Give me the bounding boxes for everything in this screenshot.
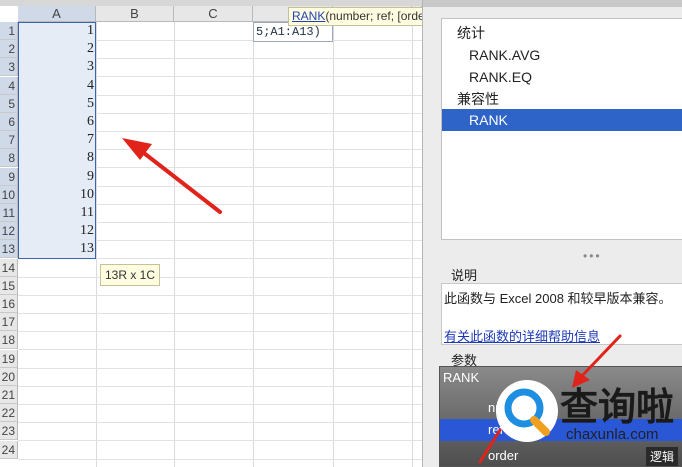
selection-size-tooltip: 13R x 1C — [100, 264, 161, 286]
row-header[interactable]: 12 — [0, 222, 18, 241]
row-header[interactable]: 23 — [0, 422, 18, 441]
gridline — [174, 22, 175, 467]
gridline — [18, 440, 422, 442]
row-header[interactable]: 18 — [0, 331, 18, 350]
gridline — [96, 22, 97, 467]
cell-value[interactable]: 7 — [18, 131, 94, 149]
row-header[interactable]: 17 — [0, 313, 18, 332]
watermark-url: chaxunla.com — [566, 426, 659, 443]
function-name-link[interactable]: RANK — [292, 9, 325, 23]
row-header[interactable]: 22 — [0, 404, 18, 423]
row-header[interactable]: 6 — [0, 113, 18, 131]
description-box: 此函数与 Excel 2008 和较早版本兼容。 有关此函数的详细帮助信息 — [441, 283, 682, 345]
gridline — [18, 331, 422, 333]
function-syntax-tooltip: RANK(number; ref; [order]) — [288, 7, 422, 26]
function-rank-eq[interactable]: RANK.EQ — [442, 66, 682, 88]
row-header[interactable]: 7 — [0, 131, 18, 150]
cell-value[interactable]: 10 — [18, 186, 94, 204]
row-header[interactable]: 1 — [0, 22, 18, 40]
gridline — [18, 422, 422, 424]
description-text: 此函数与 Excel 2008 和较早版本兼容。 — [444, 291, 672, 306]
row-header[interactable]: 19 — [0, 349, 18, 368]
cell-value[interactable]: 5 — [18, 95, 94, 113]
category-compatibility[interactable]: 兼容性 — [442, 88, 682, 110]
watermark-brand: 查询啦 — [560, 385, 675, 429]
row-header[interactable]: 13 — [0, 240, 18, 259]
cell-value[interactable]: 3 — [18, 58, 94, 76]
cell-value[interactable]: 6 — [18, 113, 94, 131]
cell-value[interactable]: 8 — [18, 149, 94, 167]
row-header[interactable]: 14 — [0, 258, 18, 277]
watermark-logo: 查询啦 chaxunla.com — [496, 378, 682, 460]
function-rank[interactable]: RANK — [442, 109, 682, 131]
cell-value[interactable]: 1 — [18, 22, 94, 40]
cell-value[interactable]: 11 — [18, 204, 94, 222]
row-header[interactable]: 16 — [0, 295, 18, 313]
gridline — [18, 404, 422, 405]
column-header-a[interactable]: A — [18, 6, 96, 22]
row-header[interactable]: 21 — [0, 386, 18, 404]
description-heading: 说明 — [451, 268, 478, 283]
row-header[interactable]: 3 — [0, 58, 18, 77]
row-header[interactable]: 11 — [0, 204, 18, 222]
cell-value[interactable]: 4 — [18, 77, 94, 95]
function-list[interactable]: 统计 RANK.AVG RANK.EQ 兼容性 RANK — [441, 18, 682, 240]
row-header[interactable]: 9 — [0, 167, 18, 186]
column-header-c[interactable]: C — [174, 6, 253, 22]
spreadsheet-area: A B C 1 2 3 4 5 6 7 8 9 10 11 12 13 14 15 16 17 18 19 20 21 2… — [0, 0, 422, 467]
gridline — [18, 313, 422, 314]
row-header[interactable]: 15 — [0, 276, 18, 295]
gridline — [18, 385, 422, 387]
cell-value[interactable]: 12 — [18, 222, 94, 240]
panel-header-strip — [423, 0, 682, 7]
row-header[interactable]: 10 — [0, 185, 18, 204]
row-header[interactable]: 20 — [0, 367, 18, 386]
splitter-handle[interactable]: ••• — [583, 249, 602, 263]
gridline — [18, 458, 422, 460]
row-header[interactable]: 5 — [0, 94, 18, 113]
function-args: (number; ref; [order]) — [325, 9, 422, 23]
column-header-b[interactable]: B — [96, 6, 174, 22]
category-statistical[interactable]: 统计 — [442, 22, 682, 44]
cell-value[interactable]: 9 — [18, 168, 94, 186]
row-header[interactable]: 8 — [0, 149, 18, 168]
gridline — [18, 349, 422, 351]
cell-value[interactable]: 13 — [18, 240, 94, 258]
gridline — [412, 22, 413, 467]
gridline — [18, 367, 422, 369]
cell-value[interactable]: 2 — [18, 40, 94, 58]
row-header[interactable]: 24 — [0, 440, 18, 459]
row-header[interactable]: 2 — [0, 40, 18, 59]
gridline — [18, 294, 422, 296]
gridline — [18, 276, 422, 278]
gridline — [253, 22, 254, 467]
row-header[interactable]: 4 — [0, 76, 18, 95]
function-rank-avg[interactable]: RANK.AVG — [442, 44, 682, 66]
arguments-function-title: RANK — [443, 370, 480, 385]
gridline — [333, 22, 334, 467]
search-icon — [496, 380, 558, 442]
help-link[interactable]: 有关此函数的详细帮助信息 — [444, 326, 600, 345]
